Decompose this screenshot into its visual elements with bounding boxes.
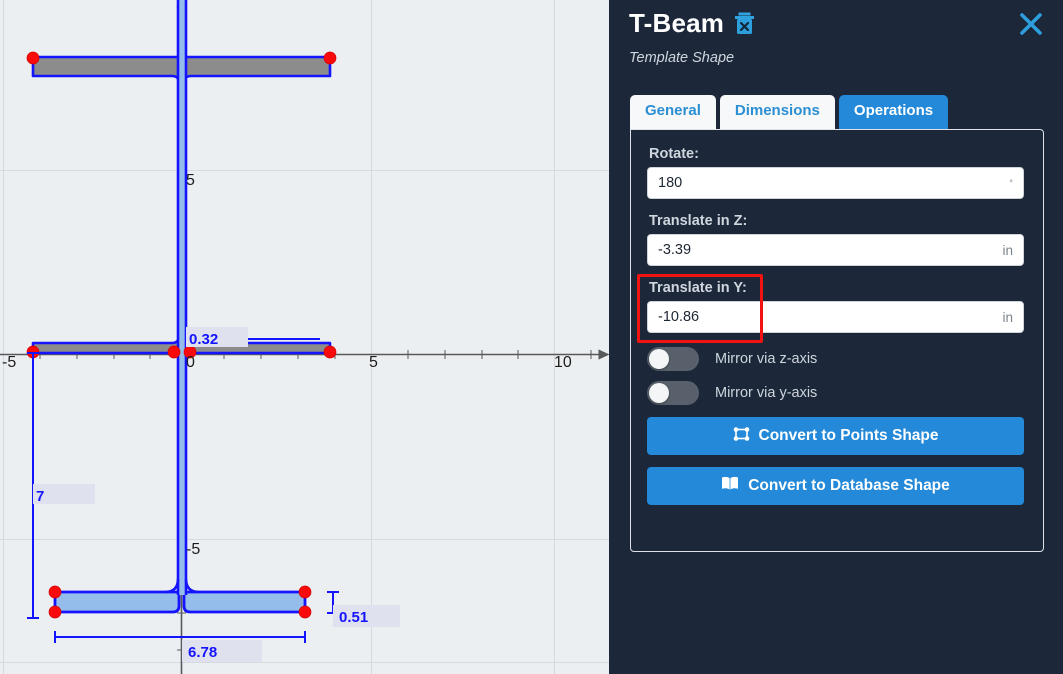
translated-shape-web: [164, 0, 200, 595]
toggle-knob: [649, 383, 669, 403]
translate-y-label: Translate in Y:: [649, 280, 747, 296]
tab-operations[interactable]: Operations: [838, 95, 949, 129]
mirror-y-row: Mirror via y-axis: [647, 381, 1027, 405]
application-window: 0.32 7 0.51 6.78 -5 0 5 10 5 -5 T-Beam T…: [0, 0, 1063, 674]
svg-text:0.32: 0.32: [189, 331, 218, 348]
rotate-input[interactable]: 180: [647, 167, 1024, 199]
translate-z-field-wrap: -3.39 in: [647, 234, 1024, 266]
translate-z-unit: in: [1002, 242, 1013, 258]
page-title: T-Beam: [629, 8, 725, 38]
convert-to-database-shape-label: Convert to Database Shape: [748, 477, 950, 494]
toggle-knob: [649, 349, 669, 369]
operations-panel: Rotate: 180 ° Translate in Z: -3.39 in T…: [630, 129, 1044, 552]
close-icon[interactable]: [1017, 10, 1045, 38]
x-tick-label-minus5: -5: [2, 354, 16, 371]
svg-text:0.51: 0.51: [339, 609, 368, 626]
points-shape-icon: [733, 426, 750, 446]
mirror-z-row: Mirror via z-axis: [647, 347, 1027, 371]
dimension-label-total-depth[interactable]: 7: [33, 484, 95, 505]
rotate-label: Rotate:: [649, 146, 699, 162]
mirror-z-toggle[interactable]: [647, 347, 699, 371]
translate-z-label: Translate in Z:: [649, 213, 748, 229]
convert-to-points-shape-button[interactable]: Convert to Points Shape: [647, 417, 1024, 455]
dimension-label-web-thickness[interactable]: 0.32: [186, 327, 248, 348]
mirror-y-toggle[interactable]: [647, 381, 699, 405]
tab-dimensions[interactable]: Dimensions: [719, 95, 835, 129]
tab-general[interactable]: General: [630, 95, 716, 129]
x-tick-label-5: 5: [369, 354, 378, 371]
translate-z-input[interactable]: -3.39: [647, 234, 1024, 266]
translate-y-field-wrap: -10.86 in: [647, 301, 1024, 333]
trash-icon[interactable]: [734, 12, 755, 35]
x-tick-label-10: 10: [554, 354, 572, 371]
grid-lines: [0, 0, 609, 674]
translate-y-unit: in: [1002, 309, 1013, 325]
mirror-y-label: Mirror via y-axis: [715, 385, 818, 401]
panel-header: T-Beam: [629, 8, 755, 39]
tab-bar: General Dimensions Operations: [630, 95, 949, 129]
x-tick-label-0: 0: [186, 354, 195, 371]
convert-to-database-shape-button[interactable]: Convert to Database Shape: [647, 467, 1024, 505]
dimension-label-flange-thickness[interactable]: 0.51: [333, 605, 400, 627]
convert-to-points-shape-label: Convert to Points Shape: [758, 427, 939, 444]
y-tick-label-minus5: -5: [186, 541, 200, 558]
panel-subtitle: Template Shape: [629, 50, 735, 66]
mirror-z-label: Mirror via z-axis: [715, 351, 818, 367]
translate-y-input[interactable]: -10.86: [647, 301, 1024, 333]
dimension-label-flange-width[interactable]: 6.78: [182, 640, 262, 662]
y-tick-label-5: 5: [186, 172, 195, 189]
database-book-icon: [721, 476, 739, 496]
svg-text:6.78: 6.78: [188, 644, 217, 661]
rotate-field-wrap: 180 °: [647, 167, 1024, 199]
dimension-flange-width: [54, 631, 306, 643]
svg-text:7: 7: [36, 488, 44, 505]
shape-drawing-canvas[interactable]: 0.32 7 0.51 6.78 -5 0 5 10 5 -5: [0, 0, 609, 674]
rotate-unit: °: [1009, 178, 1013, 188]
